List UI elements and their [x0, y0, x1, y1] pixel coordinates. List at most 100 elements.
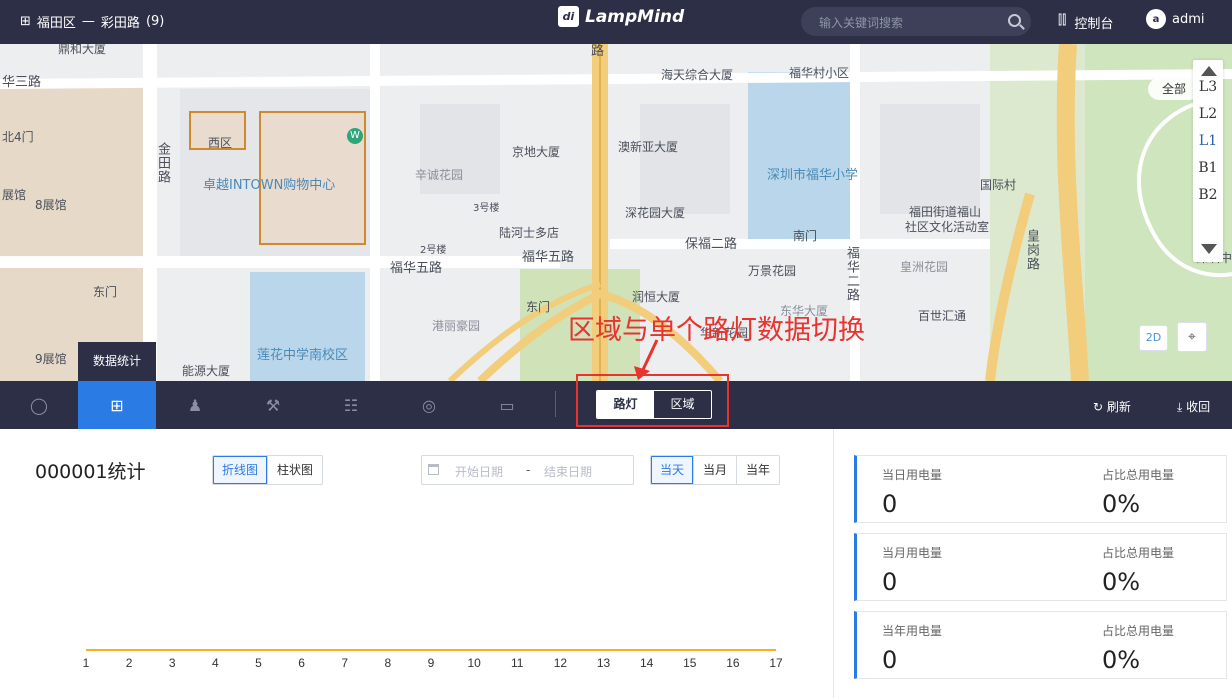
- map-label: 3号楼: [473, 203, 500, 214]
- map-label: 国际村: [980, 178, 1017, 192]
- card-label: 当年用电量: [882, 624, 943, 638]
- map-label: 卓越INTOWN购物中心: [203, 178, 336, 193]
- chart-type-switch[interactable]: 折线图 柱状图: [212, 455, 324, 485]
- separator: —: [81, 14, 95, 29]
- map-label: 北4门: [2, 130, 34, 144]
- map-label: 南门: [793, 229, 818, 243]
- user-menu[interactable]: a admi: [1146, 9, 1205, 29]
- map-label: 8展馆: [35, 198, 67, 212]
- range-separator: -: [526, 463, 531, 477]
- map-label: 华三路: [2, 75, 42, 90]
- toggle-streetlight[interactable]: 路灯: [597, 391, 654, 418]
- map-label: 福华五路: [522, 250, 575, 265]
- floor-selector[interactable]: L3 L2 L1 B1 B2: [1193, 60, 1223, 262]
- logo-icon: di: [558, 6, 579, 27]
- card-label: 占比总用电量: [1102, 546, 1175, 560]
- tab-statistics[interactable]: ⊞: [78, 381, 156, 429]
- refresh-button[interactable]: ↻ 刷新: [1093, 398, 1131, 415]
- summary-card-month: 当月用电量 0 占比总用电量 0%: [854, 533, 1227, 601]
- period-switch[interactable]: 当天 当月 当年: [650, 455, 781, 485]
- divider: [555, 391, 556, 417]
- floor-down-icon[interactable]: [1201, 244, 1217, 254]
- map-label: 9展馆: [35, 352, 67, 366]
- map-label: 展馆: [2, 188, 27, 202]
- floor-b2[interactable]: B2: [1193, 187, 1223, 203]
- console-label: 控制台: [1074, 17, 1114, 32]
- card-value: 0: [882, 568, 898, 596]
- period-day-button[interactable]: 当天: [651, 456, 695, 484]
- tab-personnel[interactable]: ♟: [156, 381, 234, 429]
- x-tick-label: 2: [126, 656, 133, 670]
- video-icon: ▭: [499, 395, 515, 415]
- device-count: (9): [145, 14, 165, 29]
- road-label: 彩田路: [100, 16, 140, 31]
- card-value: 0%: [1102, 490, 1141, 518]
- floor-up-icon[interactable]: [1201, 66, 1217, 76]
- x-tick-label: 15: [683, 656, 697, 670]
- search-input[interactable]: 输入关键词搜索: [801, 7, 1031, 36]
- floor-l3[interactable]: L3: [1193, 79, 1223, 95]
- usage-line-chart: 1 2 3 4 5 6 7 8 9 10 11 12 13 14 15 16 17: [83, 649, 783, 670]
- map-view[interactable]: 鼎和大厦 华三路 北4门 金田路 西区 卓越INTOWN购物中心 W 辛诚花园 …: [0, 44, 1232, 381]
- collapse-button[interactable]: ⤓ 收回: [1177, 398, 1210, 415]
- date-range-picker[interactable]: 开始日期 - 结束日期: [421, 455, 634, 485]
- map-label: 港丽豪园: [432, 319, 481, 333]
- mode-toggle[interactable]: 路灯 区域: [596, 390, 712, 419]
- x-tick-label: 11: [511, 656, 524, 670]
- map-label: 路: [591, 44, 605, 59]
- x-tick-label: 8: [385, 656, 392, 670]
- x-tick-label: 13: [597, 656, 611, 670]
- compass-icon[interactable]: ⌖: [1177, 322, 1207, 352]
- tab-network[interactable]: ◎: [390, 381, 468, 429]
- map-label: 澳新亚大厦: [618, 140, 679, 154]
- map-label: 皇岗路: [1024, 229, 1039, 271]
- card-value: 0: [882, 490, 898, 518]
- search-placeholder: 输入关键词搜索: [819, 16, 904, 30]
- sliders-icon: ☷: [343, 395, 359, 415]
- x-tick-label: 17: [769, 656, 783, 670]
- map-label: 鼎和大厦: [58, 44, 107, 56]
- map-poi: W: [347, 128, 363, 144]
- floor-l1[interactable]: L1: [1193, 133, 1223, 149]
- map-label: 东门: [526, 300, 551, 314]
- card-label: 当日用电量: [882, 468, 943, 482]
- start-date-input[interactable]: 开始日期: [455, 463, 503, 480]
- calendar-icon: [428, 464, 439, 475]
- bar-chart-button[interactable]: 柱状图: [268, 456, 322, 484]
- tab-lighting[interactable]: ◯: [0, 381, 78, 429]
- card-label: 当月用电量: [882, 546, 943, 560]
- x-tick-label: 12: [554, 656, 568, 670]
- map-label: 万景花园: [748, 264, 797, 278]
- view-2d-button[interactable]: 2D: [1139, 325, 1168, 351]
- floor-b1[interactable]: B1: [1193, 160, 1223, 176]
- summary-card-day: 当日用电量 0 占比总用电量 0%: [854, 455, 1227, 523]
- map-label: 保福二路: [685, 237, 738, 252]
- map-label: 京地大厦: [512, 145, 561, 159]
- map-label: 福华五路: [390, 261, 443, 276]
- user-name: admi: [1172, 11, 1205, 27]
- tab-video[interactable]: ▭: [468, 381, 546, 429]
- map-label: 深圳市福华小学: [767, 168, 859, 183]
- card-value: 0%: [1102, 568, 1141, 596]
- map-label: 百世汇通: [918, 309, 967, 323]
- line-chart-button[interactable]: 折线图: [213, 456, 269, 484]
- floor-l2[interactable]: L2: [1193, 106, 1223, 122]
- toggle-area[interactable]: 区域: [654, 391, 711, 418]
- map-label: 莲花中学南校区: [257, 348, 349, 363]
- period-year-button[interactable]: 当年: [737, 456, 779, 484]
- lightbulb-icon: ◯: [30, 395, 48, 415]
- sitemap-icon: ⊞: [110, 395, 124, 415]
- top-bar: ⊞ 福田区 — 彩田路 (9) di LampMind 输入关键词搜索 ⫿⫿ 控…: [0, 0, 1232, 44]
- x-tick-label: 7: [341, 656, 348, 670]
- console-button[interactable]: ⫿⫿ 控制台: [1058, 13, 1113, 32]
- tab-maintenance[interactable]: ⚒: [234, 381, 312, 429]
- breadcrumb[interactable]: ⊞ 福田区 — 彩田路 (9): [20, 12, 164, 31]
- end-date-input[interactable]: 结束日期: [544, 463, 592, 480]
- search-icon[interactable]: [1008, 14, 1021, 27]
- tab-controls[interactable]: ☷: [312, 381, 390, 429]
- refresh-label: 刷新: [1106, 400, 1131, 414]
- x-tick-label: 10: [467, 656, 481, 670]
- map-label: 福华村小区: [789, 66, 850, 80]
- map-label: 皇洲花园: [900, 260, 949, 274]
- period-month-button[interactable]: 当月: [694, 456, 738, 484]
